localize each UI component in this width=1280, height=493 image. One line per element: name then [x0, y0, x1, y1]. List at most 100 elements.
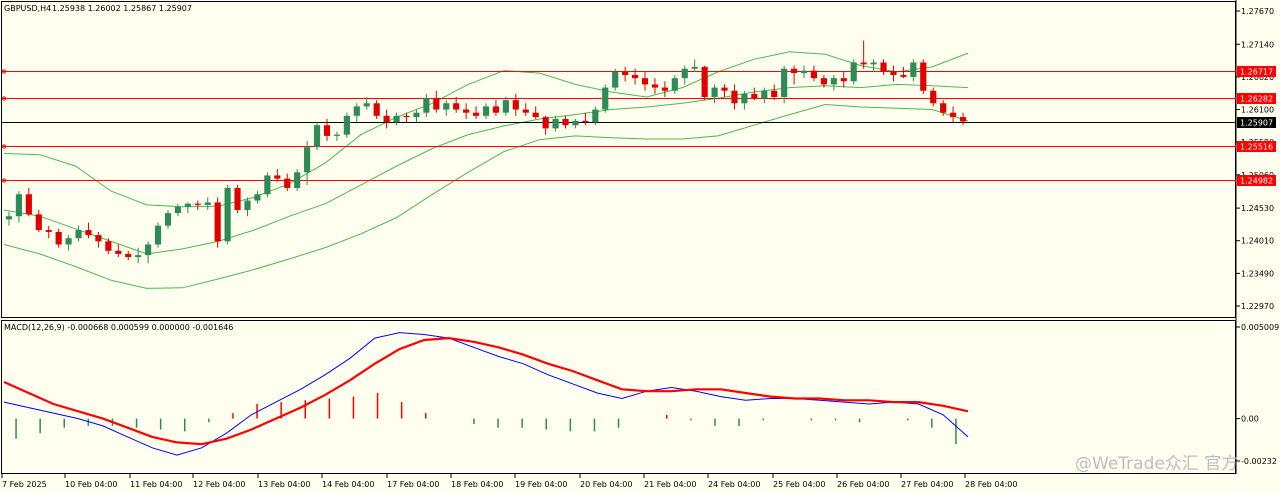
- chart-header: GBPUSD,H4: [4, 4, 51, 13]
- candle: [850, 59, 857, 85]
- candle: [910, 59, 917, 82]
- time-tick-label: 19 Feb 04:00: [515, 480, 567, 489]
- candle: [751, 87, 758, 101]
- ohlc-readout: 1.25938 1.26002 1.25867 1.25907: [52, 4, 192, 13]
- candle: [393, 112, 400, 126]
- candle: [532, 106, 539, 119]
- candle: [154, 222, 162, 248]
- price-tick-label: 1.23490: [1241, 269, 1274, 278]
- candle: [224, 184, 231, 245]
- candle: [145, 241, 152, 264]
- candle: [413, 109, 420, 123]
- candle: [274, 169, 281, 182]
- candle: [433, 90, 440, 113]
- candle: [810, 65, 818, 82]
- candlesticks: [5, 40, 967, 264]
- candle: [612, 68, 619, 91]
- macd-tick-label: 0.00: [1241, 415, 1259, 424]
- macd-header: MACD(12,26,9) -0.000668 0.000599 0.00000…: [4, 323, 233, 332]
- candle: [184, 202, 191, 214]
- time-tick-label: 10 Feb 04:00: [65, 480, 117, 489]
- candle: [502, 96, 509, 116]
- price-tick-label: 1.27670: [1241, 7, 1274, 16]
- candle: [641, 71, 649, 91]
- candle: [294, 169, 301, 192]
- price-level-label: 1.24982: [1240, 177, 1273, 186]
- candle: [492, 100, 500, 116]
- candle: [711, 84, 718, 104]
- candle: [353, 103, 360, 123]
- candle: [65, 235, 72, 251]
- time-tick-label: 20 Feb 04:00: [580, 480, 632, 489]
- current-price-label: 1.25907: [1240, 119, 1273, 128]
- candle: [343, 112, 350, 138]
- time-tick-label: 7 Feb 2025: [2, 480, 47, 489]
- time-tick-label: 26 Feb 04:00: [837, 480, 889, 489]
- candle: [15, 191, 22, 223]
- candle: [254, 191, 261, 204]
- time-tick-label: 21 Feb 04:00: [644, 480, 696, 489]
- candle: [304, 140, 311, 185]
- price-level-label: 1.26282: [1240, 95, 1273, 104]
- price-tick-label: 1.22970: [1241, 302, 1274, 311]
- candle: [890, 65, 897, 82]
- price-tick-label: 1.24010: [1241, 237, 1274, 246]
- macd-pane-frame: [1, 320, 1236, 474]
- candle: [214, 197, 221, 248]
- price-tick-label: 1.27140: [1241, 40, 1274, 49]
- candle: [860, 40, 867, 69]
- candle: [830, 75, 837, 91]
- time-tick-label: 25 Feb 04:00: [773, 480, 825, 489]
- time-tick-label: 13 Feb 04:00: [258, 480, 310, 489]
- candle: [651, 78, 659, 94]
- candle: [900, 66, 907, 79]
- candle: [880, 59, 887, 76]
- macd-tick-label: -0.00232: [1241, 457, 1277, 466]
- candle: [959, 112, 967, 126]
- candle: [115, 244, 122, 258]
- candle: [920, 59, 927, 94]
- time-axis: 7 Feb 2025 10 Feb 04:00 11 Feb 04:00 12 Feb…: [1, 474, 1017, 489]
- candle: [105, 238, 112, 254]
- candle: [522, 103, 529, 116]
- candle: [950, 106, 957, 123]
- candle: [701, 65, 708, 101]
- candle: [542, 115, 549, 135]
- price-level-label: 1.25516: [1240, 143, 1273, 152]
- time-tick-label: 28 Feb 04:00: [965, 480, 1017, 489]
- chart-canvas: 1.276701.271401.266201.261001.255801.250…: [1, 0, 1279, 489]
- price-pane-frame: [1, 1, 1236, 318]
- candle: [482, 103, 490, 119]
- candle: [85, 222, 92, 239]
- candle: [55, 228, 62, 248]
- candle: [661, 81, 668, 97]
- candle: [472, 106, 480, 119]
- price-level-labels: 1.26717 1.26282 1.25516 1.24982 1.25907: [1237, 66, 1276, 186]
- time-tick-label: 12 Feb 04:00: [193, 480, 245, 489]
- candle: [622, 66, 629, 82]
- candle: [870, 59, 877, 72]
- candle: [75, 225, 82, 242]
- candle: [800, 65, 808, 79]
- candle: [244, 197, 251, 217]
- time-tick-label: 17 Feb 04:00: [387, 480, 439, 489]
- candle: [602, 84, 609, 113]
- candle: [562, 115, 569, 129]
- candle: [383, 109, 390, 129]
- time-tick-label: 24 Feb 04:00: [708, 480, 760, 489]
- candle: [95, 231, 102, 248]
- candle: [721, 84, 728, 97]
- candle: [552, 115, 559, 132]
- candle: [373, 100, 380, 119]
- candle: [45, 225, 52, 239]
- candle: [582, 112, 589, 126]
- price-levels: [1, 69, 1236, 183]
- candle: [264, 172, 271, 198]
- candle: [840, 71, 847, 88]
- macd-tick-label: 0.005009: [1241, 323, 1279, 332]
- macd-signal-line: [3, 336, 969, 446]
- price-tick-label: 1.26100: [1241, 106, 1274, 115]
- candle: [204, 197, 211, 210]
- candle: [691, 59, 698, 72]
- candle: [731, 84, 738, 110]
